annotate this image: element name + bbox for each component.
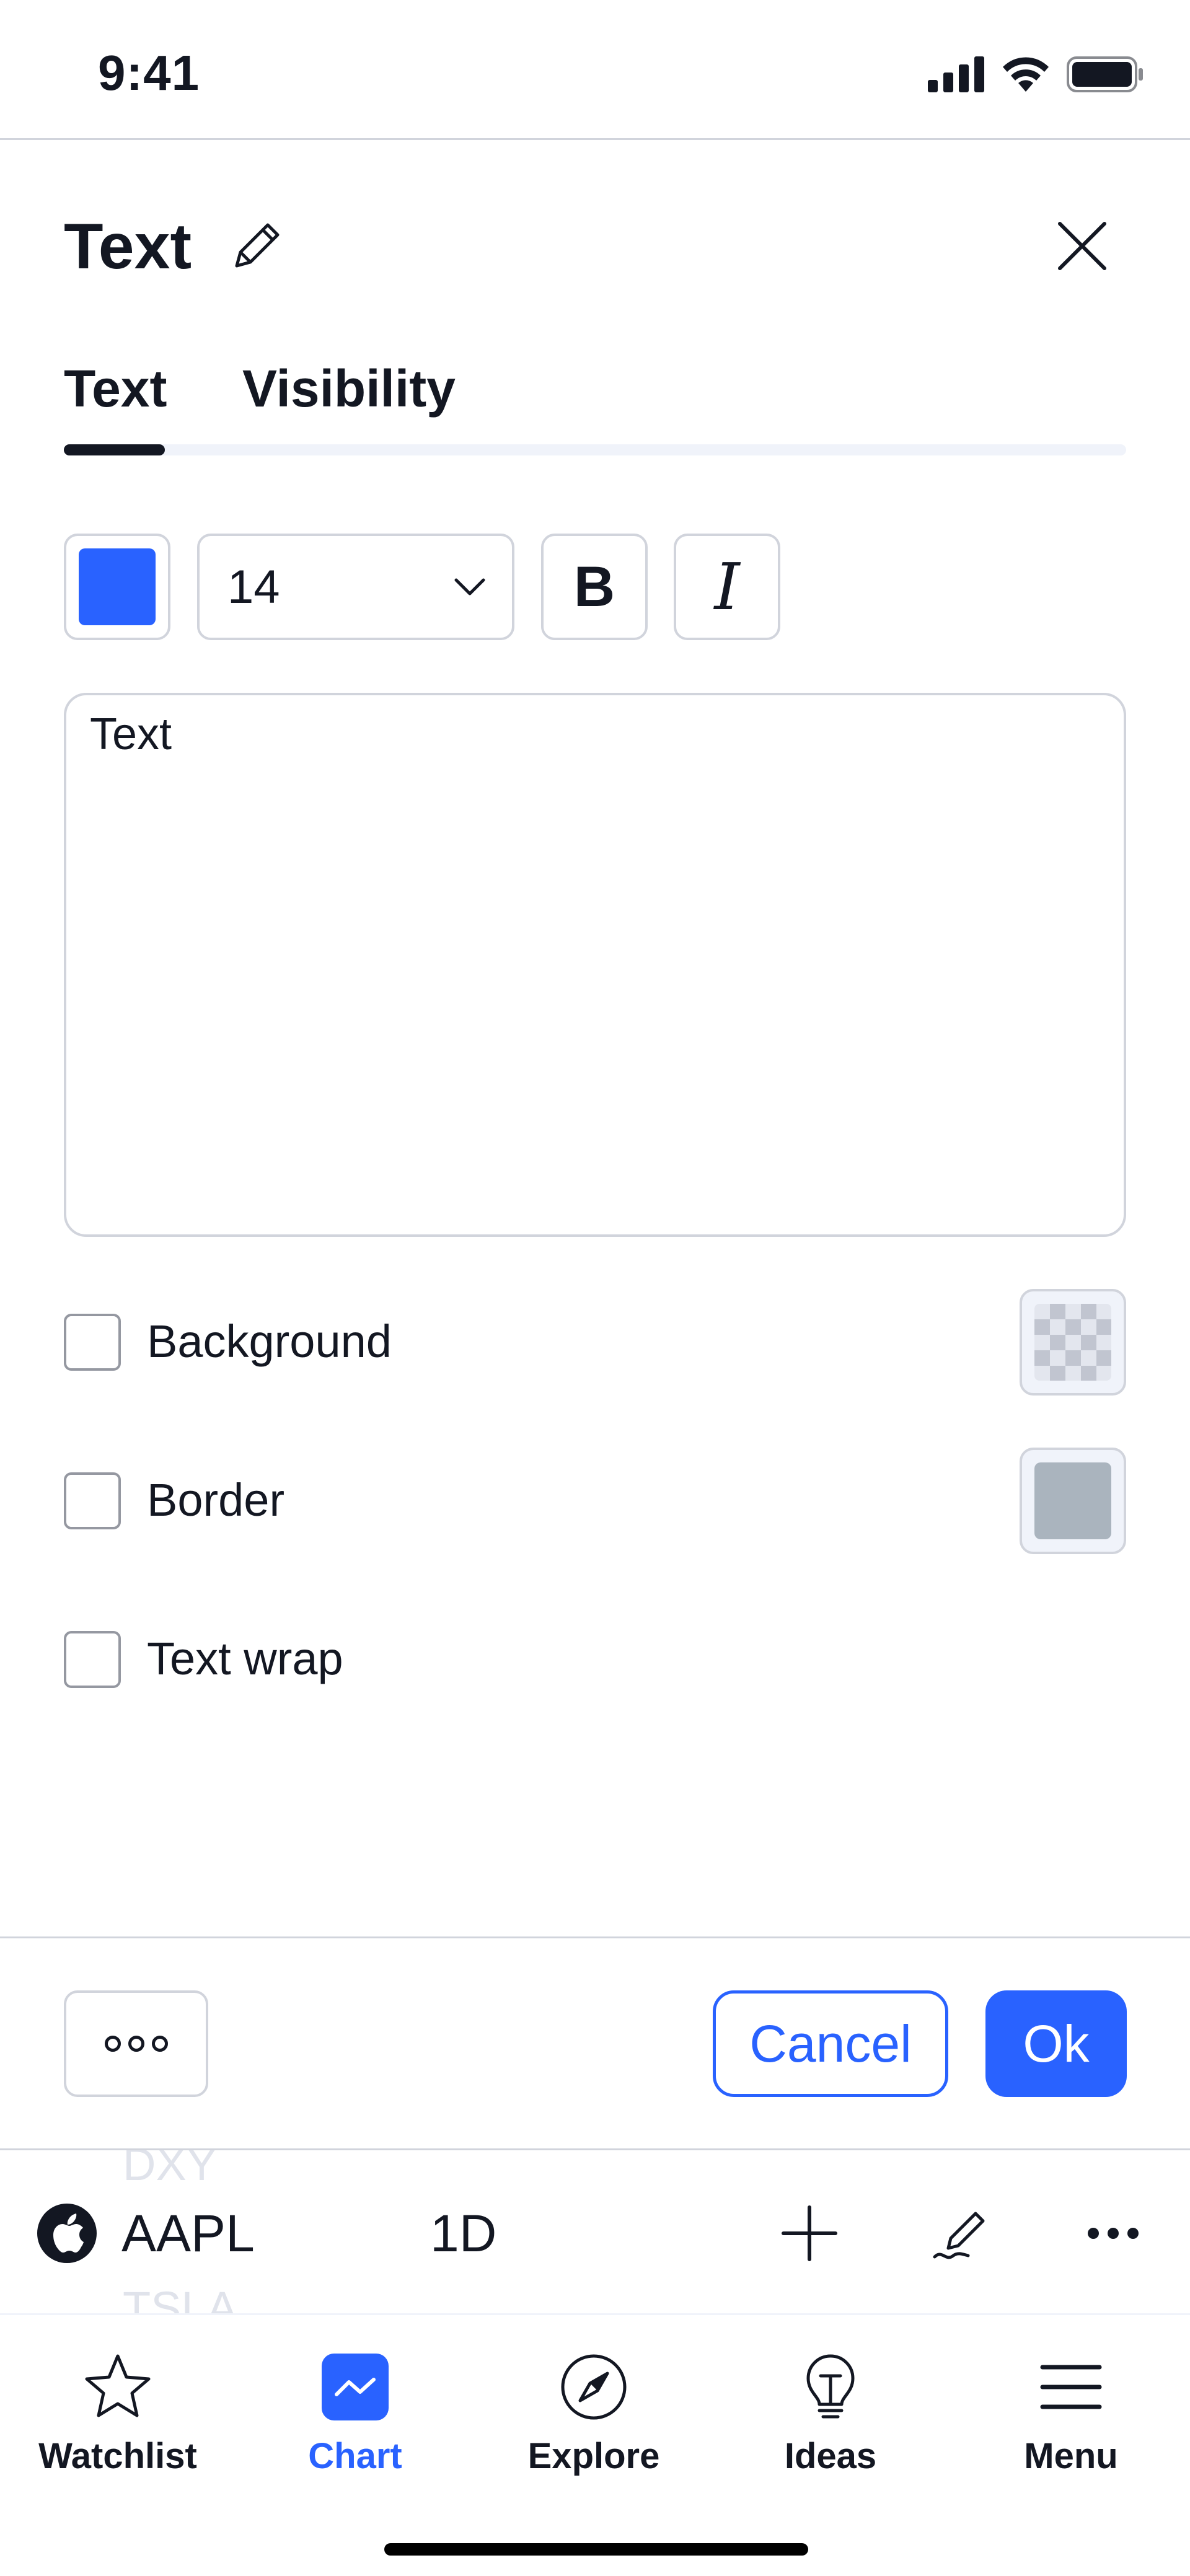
border-color-swatch bbox=[1034, 1462, 1111, 1539]
option-background: Background bbox=[64, 1289, 1126, 1396]
text-settings-dialog: Text Text Visibility 14 B I Text Backgro… bbox=[0, 142, 1190, 2147]
cancel-button[interactable]: Cancel bbox=[713, 1990, 948, 2097]
italic-icon: I bbox=[714, 549, 740, 625]
chart-toolbar: DXY AAPL TSLA 1D bbox=[0, 2148, 1190, 2313]
nav-label-ideas: Ideas bbox=[784, 2436, 877, 2476]
nav-label-chart: Chart bbox=[308, 2436, 402, 2476]
font-size-select[interactable]: 14 bbox=[197, 534, 514, 640]
more-horizontal-icon[interactable] bbox=[1082, 2202, 1144, 2264]
battery-icon bbox=[1067, 56, 1143, 92]
pencil-icon[interactable] bbox=[228, 218, 285, 275]
lightbulb-icon bbox=[795, 2351, 866, 2423]
text-wrap-checkbox[interactable] bbox=[64, 1631, 121, 1688]
apple-logo-icon bbox=[37, 2204, 97, 2263]
chart-icon bbox=[319, 2351, 391, 2423]
text-content-input[interactable]: Text bbox=[64, 693, 1126, 1237]
bold-button[interactable]: B bbox=[541, 534, 648, 640]
border-label: Border bbox=[147, 1474, 285, 1526]
tab-track bbox=[64, 444, 1126, 455]
compass-icon bbox=[558, 2351, 630, 2423]
more-options-button[interactable] bbox=[64, 1990, 208, 2097]
bold-icon: B bbox=[573, 555, 615, 618]
nav-ideas[interactable]: Ideas bbox=[731, 2334, 930, 2495]
ghost-symbol-dxy: DXY bbox=[123, 2148, 218, 2190]
tab-visibility[interactable]: Visibility bbox=[242, 359, 456, 419]
wifi-icon bbox=[1003, 57, 1049, 92]
italic-button[interactable]: I bbox=[674, 534, 780, 640]
symbol-name[interactable]: AAPL bbox=[121, 2204, 255, 2264]
tab-bar: Text Visibility bbox=[64, 359, 1126, 433]
nav-label-explore: Explore bbox=[527, 2436, 660, 2476]
plus-icon[interactable] bbox=[778, 2202, 840, 2264]
nav-label-menu: Menu bbox=[1024, 2436, 1118, 2476]
hamburger-icon bbox=[1035, 2351, 1107, 2423]
drawing-pen-icon[interactable] bbox=[930, 2202, 992, 2264]
option-text-wrap: Text wrap bbox=[64, 1606, 1126, 1713]
tab-text[interactable]: Text bbox=[64, 359, 167, 419]
chevron-down-icon bbox=[454, 578, 485, 596]
border-color-button[interactable] bbox=[1020, 1448, 1126, 1554]
dialog-footer: Cancel Ok bbox=[0, 1936, 1190, 2147]
ghost-symbol-tsla: TSLA bbox=[123, 2282, 238, 2313]
transparent-swatch bbox=[1034, 1304, 1111, 1381]
tab-active-indicator bbox=[64, 444, 165, 455]
more-dot-icon bbox=[151, 2036, 168, 2052]
border-checkbox[interactable] bbox=[64, 1472, 121, 1529]
star-icon bbox=[82, 2351, 154, 2423]
signal-icon bbox=[928, 56, 984, 92]
status-bar: 9:41 bbox=[0, 0, 1190, 140]
option-border: Border bbox=[64, 1448, 1126, 1554]
background-color-button[interactable] bbox=[1020, 1289, 1126, 1396]
bottom-navigation: Watchlist Chart Explore Ideas Menu bbox=[0, 2313, 1190, 2576]
nav-label-watchlist: Watchlist bbox=[38, 2436, 197, 2476]
nav-watchlist[interactable]: Watchlist bbox=[19, 2334, 217, 2495]
ok-button[interactable]: Ok bbox=[985, 1990, 1127, 2097]
interval-selector[interactable]: 1D bbox=[430, 2204, 496, 2264]
background-checkbox[interactable] bbox=[64, 1314, 121, 1371]
font-size-value: 14 bbox=[227, 560, 280, 613]
text-color-button[interactable] bbox=[64, 534, 170, 640]
color-swatch bbox=[79, 548, 156, 625]
nav-chart[interactable]: Chart bbox=[256, 2334, 454, 2495]
close-icon[interactable] bbox=[1054, 218, 1111, 275]
more-dot-icon bbox=[128, 2036, 144, 2052]
nav-menu[interactable]: Menu bbox=[972, 2334, 1170, 2495]
dialog-title: Text bbox=[64, 211, 192, 283]
status-time: 9:41 bbox=[98, 45, 200, 100]
nav-explore[interactable]: Explore bbox=[495, 2334, 693, 2495]
status-icons bbox=[928, 56, 1144, 93]
text-wrap-label: Text wrap bbox=[147, 1633, 343, 1684]
home-indicator bbox=[384, 2543, 808, 2556]
more-dot-icon bbox=[104, 2036, 121, 2052]
background-label: Background bbox=[147, 1316, 392, 1367]
